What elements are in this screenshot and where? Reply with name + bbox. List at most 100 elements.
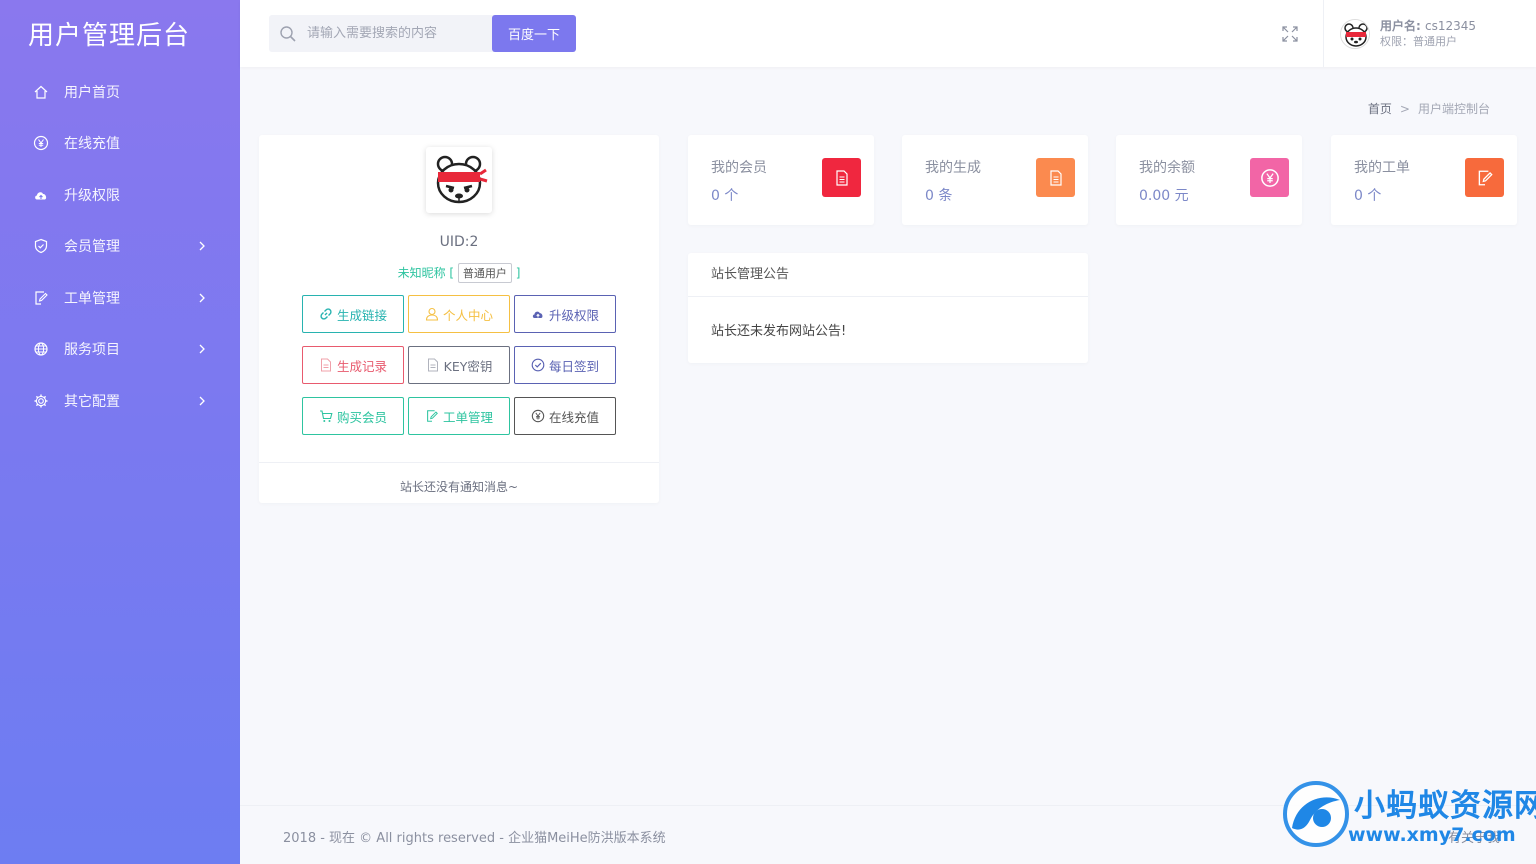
shield-check-icon	[32, 237, 50, 255]
user-icon	[425, 307, 439, 321]
stat-value: 0 条	[925, 188, 953, 204]
button-label: 工单管理	[442, 409, 493, 425]
breadcrumb-separator: >	[1399, 101, 1410, 116]
bracket-close: ]	[515, 266, 521, 280]
sidebar-item-home[interactable]: 用户首页	[0, 66, 240, 118]
edit-doc-icon	[425, 409, 439, 423]
user-name: cs12345	[1425, 18, 1477, 33]
upgrade-permission-button[interactable]: 升级权限	[514, 295, 616, 333]
profile-avatar	[426, 147, 492, 213]
watermark-url: www.xmy7.com	[1348, 824, 1516, 846]
yen-circle-icon	[32, 134, 50, 152]
sidebar-item-upgrade[interactable]: 升级权限	[0, 169, 240, 221]
sidebar-item-label: 在线充值	[64, 136, 120, 153]
chevron-right-icon	[198, 344, 208, 354]
chevron-right-icon	[198, 241, 208, 251]
watermark-logo-icon	[1283, 781, 1349, 847]
buy-membership-button[interactable]: 购买会员	[302, 397, 404, 435]
profile-notification: 站长还没有通知消息~	[259, 462, 659, 503]
watermark-title: 小蚂蚁资源网	[1354, 788, 1536, 824]
announcement-body: 站长还未发布网站公告!	[711, 324, 847, 339]
announcement-card: 站长管理公告 站长还未发布网站公告!	[688, 253, 1088, 363]
chevron-right-icon	[198, 293, 208, 303]
stat-label: 我的余额	[1139, 160, 1195, 176]
sidebar-item-label: 服务项目	[64, 342, 120, 359]
ticket-management-button[interactable]: 工单管理	[408, 397, 510, 435]
edit-doc-icon	[32, 289, 50, 307]
search-button[interactable]: 百度一下	[492, 15, 576, 52]
user-menu[interactable]: 用户名: cs12345 权限：普通用户	[1323, 0, 1536, 67]
generate-link-button[interactable]: 生成链接	[302, 295, 404, 333]
check-circle-icon	[531, 358, 545, 372]
button-label: 生成链接	[336, 307, 387, 323]
stat-label: 我的生成	[925, 160, 981, 176]
avatar	[1340, 18, 1370, 49]
stat-card-tickets: 我的工单 0 个	[1331, 135, 1517, 225]
app-title: 用户管理后台	[28, 20, 191, 51]
edit-doc-icon	[1465, 158, 1504, 197]
user-uid: UID:2	[439, 234, 479, 250]
sidebar: 用户管理后台 用户首页 在线充值 升级权限 会员管理 工单管理 服务项目 其它配…	[0, 0, 240, 864]
user-role: 权限：普通用户	[1380, 34, 1457, 48]
search-icon	[269, 25, 307, 43]
button-label: 在线充值	[548, 409, 599, 425]
bracket-open: [	[449, 266, 455, 280]
file-icon	[319, 358, 333, 372]
sidebar-item-recharge[interactable]: 在线充值	[0, 118, 240, 170]
stat-card-balance: 我的余额 0.00 元	[1116, 135, 1302, 225]
nickname-line: 未知昵称 [ 普通用户 ]	[259, 263, 659, 283]
key-button[interactable]: KEY密钥	[408, 346, 510, 384]
cart-icon	[319, 409, 333, 423]
stat-value: 0 个	[1354, 188, 1382, 204]
chevron-right-icon	[198, 396, 208, 406]
search-input[interactable]	[307, 26, 487, 41]
user-name-label: 用户名:	[1380, 18, 1421, 33]
sidebar-item-label: 会员管理	[64, 239, 120, 256]
button-label: KEY密钥	[443, 358, 493, 374]
stat-value: 0.00 元	[1139, 188, 1189, 204]
sidebar-item-other-config[interactable]: 其它配置	[0, 375, 240, 427]
document-icon	[1036, 158, 1075, 197]
button-label: 每日签到	[548, 358, 599, 374]
button-label: 购买会员	[336, 409, 387, 425]
stat-label: 我的会员	[711, 160, 767, 176]
breadcrumb-current: 用户端控制台	[1417, 102, 1490, 116]
stat-card-membership: 我的会员 0 个	[688, 135, 874, 225]
sidebar-item-label: 用户首页	[64, 84, 120, 101]
sidebar-item-label: 升级权限	[64, 187, 120, 204]
online-recharge-button[interactable]: 在线充值	[514, 397, 616, 435]
button-label: 生成记录	[336, 358, 387, 374]
sidebar-item-services[interactable]: 服务项目	[0, 324, 240, 376]
stat-card-generation: 我的生成 0 条	[902, 135, 1088, 225]
personal-center-button[interactable]: 个人中心	[408, 295, 510, 333]
stat-value: 0 个	[711, 188, 739, 204]
document-icon	[822, 158, 861, 197]
sidebar-item-label: 其它配置	[64, 393, 120, 410]
nickname: 未知昵称	[397, 266, 446, 280]
link-icon	[319, 307, 333, 321]
cloud-upload-icon	[32, 186, 50, 204]
globe-icon	[32, 340, 50, 358]
footer-copyright: 2018 - 现在 © All rights reserved - 企业猫Mei…	[283, 831, 666, 846]
top-header: 百度一下 用户名: cs12345 权限：普通用户	[240, 0, 1536, 67]
generation-records-button[interactable]: 生成记录	[302, 346, 404, 384]
quick-actions: 生成链接 个人中心 升级权限 生成记录 KEY密钥 每日签到 购买会员 工单管理…	[302, 295, 622, 448]
daily-checkin-button[interactable]: 每日签到	[514, 346, 616, 384]
file-icon	[426, 358, 440, 372]
home-icon	[32, 83, 50, 101]
button-label: 个人中心	[442, 307, 493, 323]
breadcrumb-home[interactable]: 首页	[1368, 100, 1392, 117]
sidebar-item-ticket-management[interactable]: 工单管理	[0, 272, 240, 324]
fullscreen-icon[interactable]	[1280, 24, 1300, 44]
sidebar-item-member-management[interactable]: 会员管理	[0, 221, 240, 273]
role-badge: 普通用户	[457, 263, 512, 283]
yen-circle-icon	[531, 409, 545, 423]
sidebar-item-label: 工单管理	[64, 290, 120, 307]
button-label: 升级权限	[548, 307, 599, 323]
yen-circle-icon	[1250, 158, 1289, 197]
stat-label: 我的工单	[1354, 160, 1410, 176]
gear-icon	[32, 392, 50, 410]
watermark: 小蚂蚁资源网 www.xmy7.com	[1282, 778, 1536, 858]
search-bar: 百度一下	[269, 15, 576, 52]
cloud-upload-icon	[531, 307, 545, 321]
